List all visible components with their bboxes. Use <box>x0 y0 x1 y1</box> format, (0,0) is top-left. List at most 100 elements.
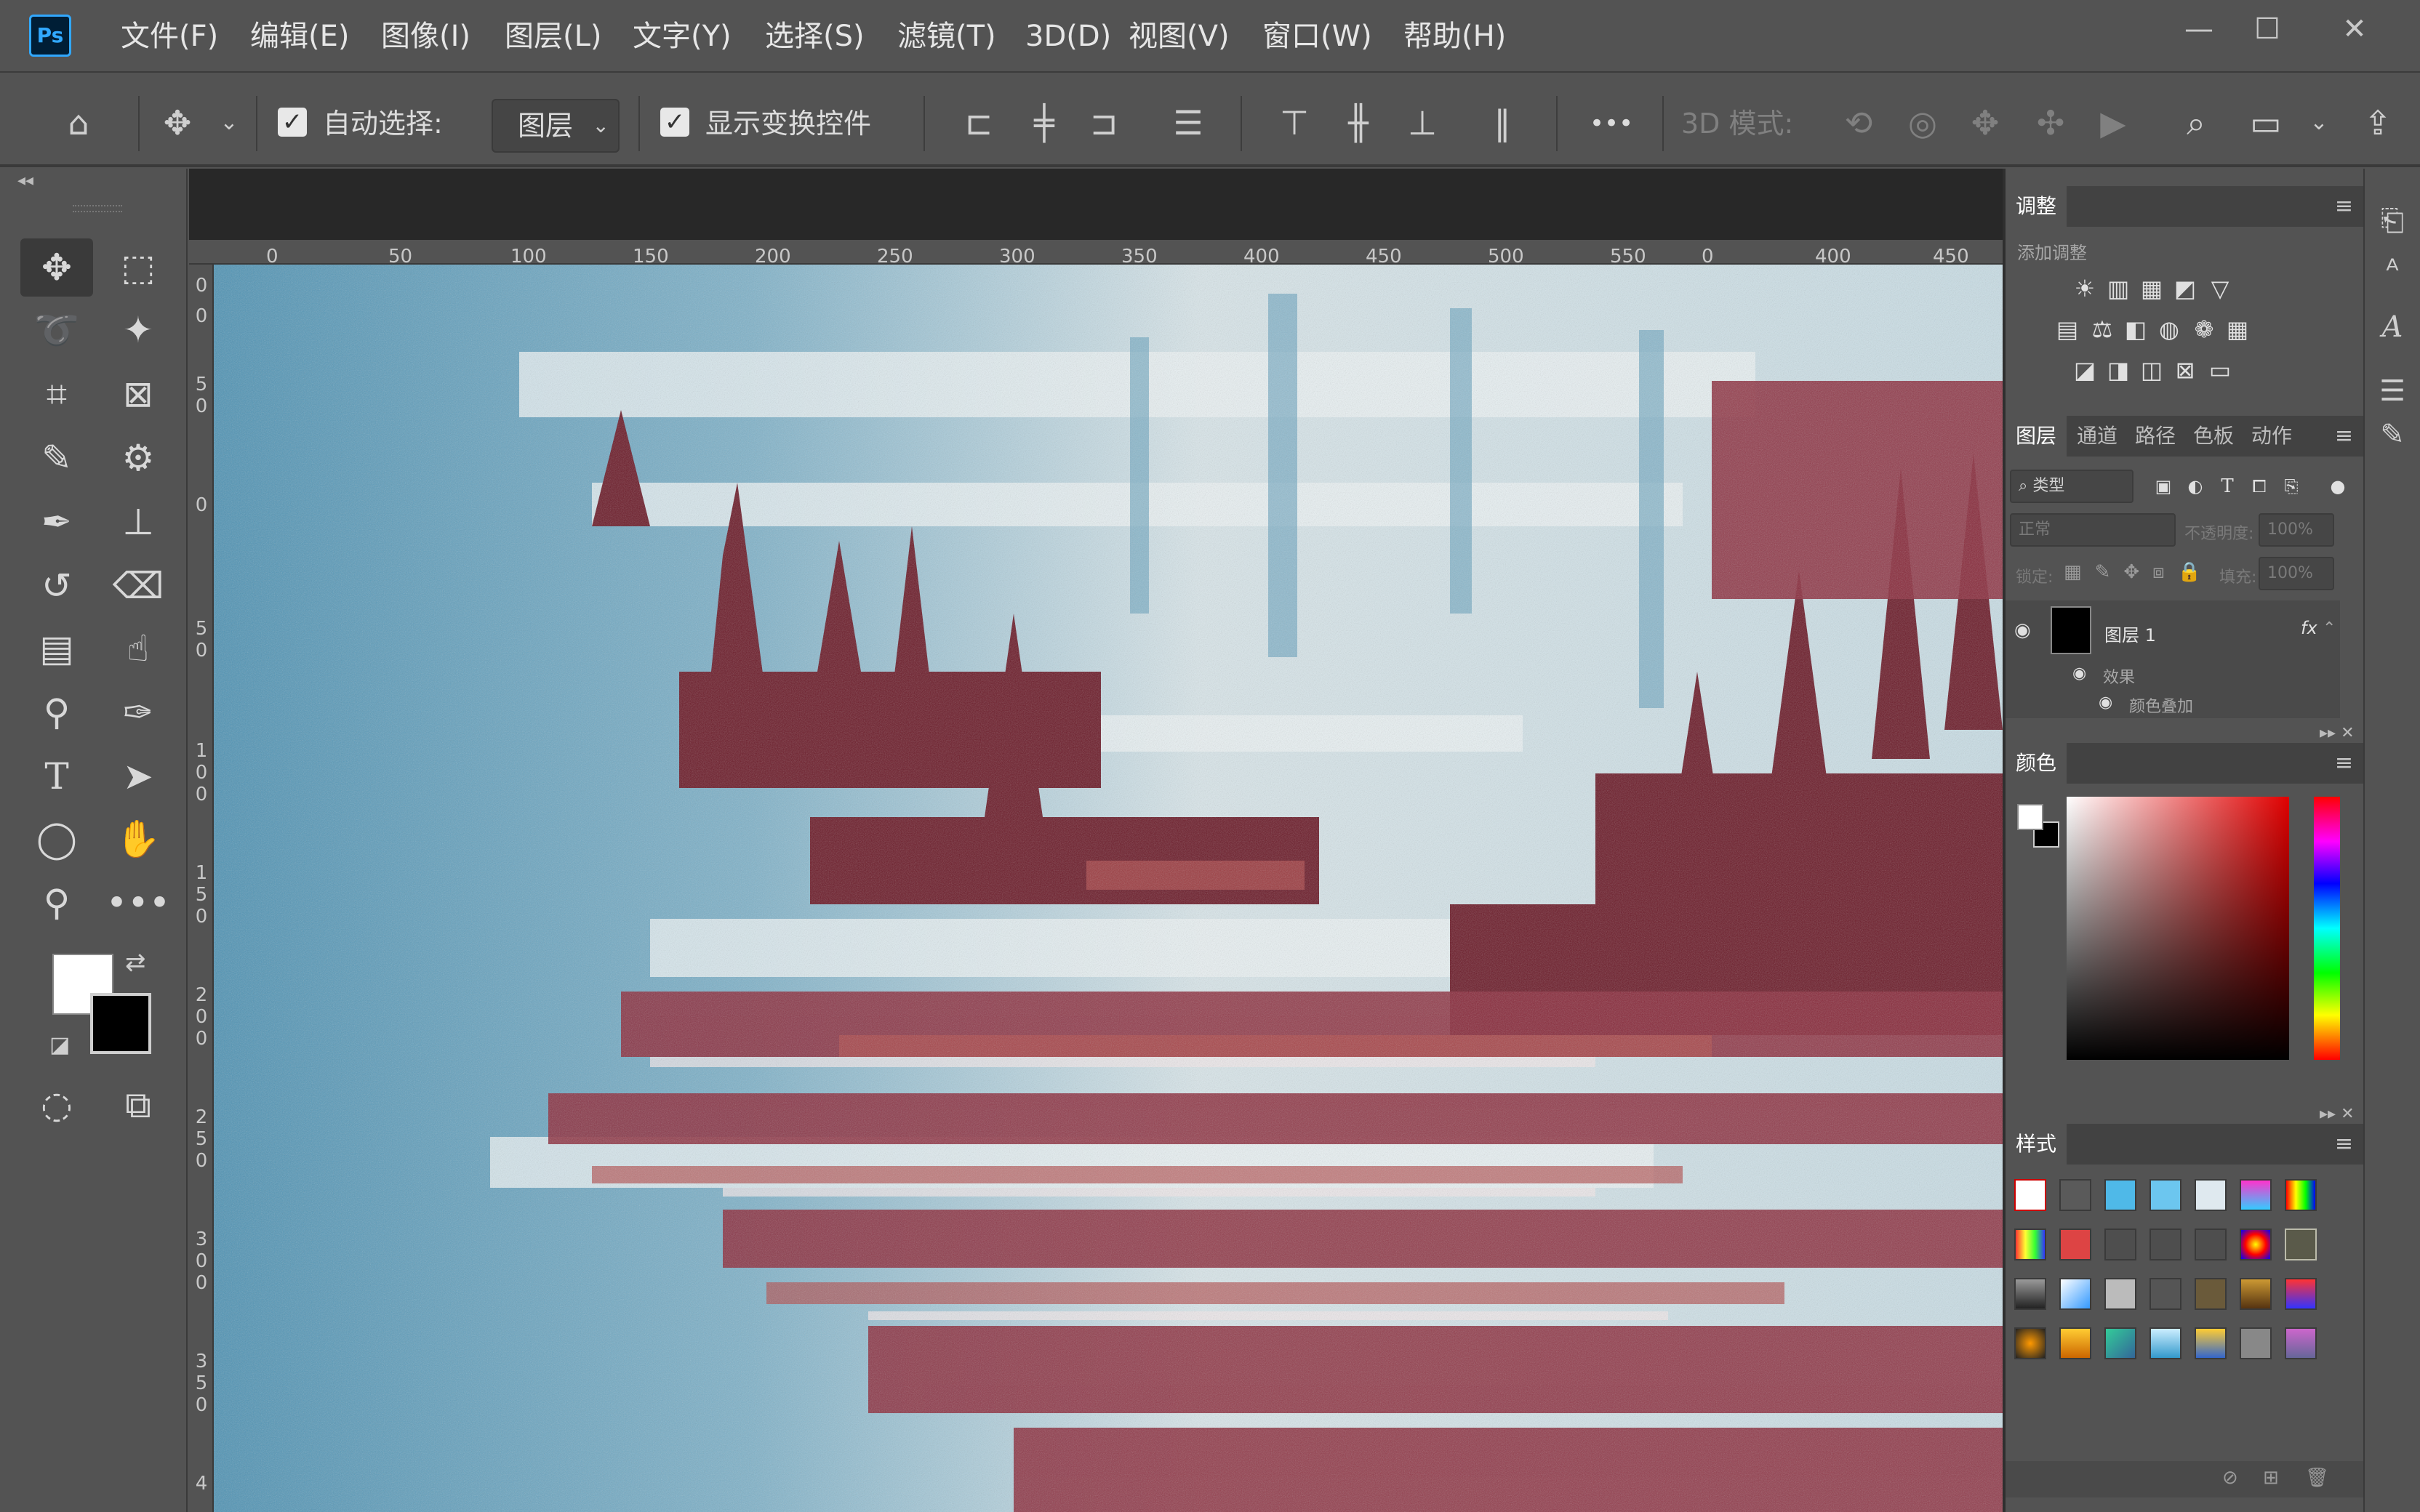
style-swatch[interactable] <box>2149 1179 2181 1211</box>
hand-tool[interactable]: ✋ <box>102 810 175 868</box>
style-swatch[interactable] <box>2059 1228 2091 1260</box>
tab-actions[interactable]: 动作 <box>2241 416 2302 457</box>
style-swatch[interactable] <box>2195 1278 2227 1310</box>
distribute-horizontal-icon[interactable]: ‖ <box>1481 97 1524 148</box>
frame-tool[interactable]: ⊠ <box>102 365 175 423</box>
style-swatch[interactable] <box>2014 1228 2046 1260</box>
3d-roll-icon[interactable]: ◎ <box>1901 97 1944 148</box>
screen-mode-icon[interactable]: ⧉ <box>102 1076 175 1134</box>
3d-slide-icon[interactable]: ✣ <box>2029 97 2072 148</box>
layer-filter-dropdown[interactable]: ⌕ 类型 <box>2010 470 2133 503</box>
style-swatch[interactable] <box>2240 1278 2272 1310</box>
ruler-vertical[interactable]: 0 0 5 0 0 5 0 1 0 0 1 5 0 2 0 0 2 5 0 3 … <box>189 265 214 1512</box>
content-aware-tool[interactable]: ⚙ <box>102 429 175 487</box>
swap-colors-icon[interactable]: ⇄ <box>125 948 154 977</box>
hue-slider[interactable] <box>2314 797 2340 1060</box>
glyphs-icon[interactable]: A <box>2372 307 2413 347</box>
menu-3d[interactable]: 3D(D) <box>1025 16 1111 57</box>
style-swatch[interactable] <box>2240 1327 2272 1359</box>
hue-saturation-icon[interactable]: ▤ <box>2049 311 2086 347</box>
smudge-tool[interactable]: ☝ <box>102 619 175 677</box>
properties-icon[interactable]: ☰ <box>2372 371 2413 411</box>
chevron-up-icon[interactable]: ⌃ <box>2323 619 2336 638</box>
distribute-vertical-icon[interactable]: ☰ <box>1166 97 1210 148</box>
filter-pixel-icon[interactable]: ▣ <box>2145 468 2181 504</box>
new-style-icon[interactable]: ⊞ <box>2263 1467 2279 1489</box>
tab-channels[interactable]: 通道 <box>2067 416 2128 457</box>
marquee-tool[interactable]: ⬚ <box>102 238 175 297</box>
style-swatch-none[interactable] <box>2014 1179 2046 1211</box>
color-lookup-icon[interactable]: ▦ <box>2219 311 2256 347</box>
menu-window[interactable]: 窗口(W) <box>1262 16 1372 57</box>
color-overlay-effect[interactable]: 颜色叠加 <box>2129 693 2193 717</box>
share-icon[interactable]: ⇪ <box>2356 97 2400 148</box>
lasso-tool[interactable]: ➰ <box>20 301 93 359</box>
filter-shape-icon[interactable]: ⧠ <box>2241 468 2277 504</box>
panel-menu-icon[interactable]: ≡ <box>2335 193 2353 219</box>
style-swatch[interactable] <box>2014 1327 2046 1359</box>
3d-orbit-icon[interactable]: ⟲ <box>1837 97 1880 148</box>
close-button[interactable]: ✕ <box>2320 6 2389 52</box>
history-brush-tool[interactable]: ↺ <box>20 557 93 615</box>
auto-select-checkbox[interactable]: ✓ <box>278 108 307 137</box>
ruler-horizontal[interactable]: 0 50 100 150 200 250 300 350 400 450 500… <box>189 240 2003 268</box>
levels-icon[interactable]: ▥ <box>2100 270 2136 307</box>
lock-icons[interactable]: ▦✎✥⧈🔒 <box>2064 561 2214 584</box>
show-transform-checkbox[interactable]: ✓ <box>660 108 689 137</box>
auto-select-target-dropdown[interactable]: 图层 ⌄ <box>492 99 620 153</box>
style-swatch[interactable] <box>2149 1327 2181 1359</box>
black-white-icon[interactable]: ◧ <box>2118 311 2154 347</box>
eye-icon[interactable]: ◉ <box>2014 619 2036 641</box>
stamp-tool[interactable]: ⊥ <box>102 493 175 551</box>
brush-tool[interactable]: ✒ <box>20 493 93 551</box>
style-swatch[interactable] <box>2240 1179 2272 1211</box>
align-vcenter-icon[interactable]: ╫ <box>1337 97 1380 148</box>
chevron-down-icon[interactable]: ⌄ <box>2301 97 2337 148</box>
menu-edit[interactable]: 编辑(E) <box>250 16 349 57</box>
style-swatch[interactable] <box>2195 1327 2227 1359</box>
panel-menu-icon[interactable]: ≡ <box>2335 423 2353 449</box>
clear-style-icon[interactable]: ⊘ <box>2222 1467 2238 1489</box>
style-swatch[interactable] <box>2285 1327 2317 1359</box>
align-hcenter-icon[interactable]: ╪ <box>1022 97 1066 148</box>
eye-icon[interactable]: ◉ <box>2072 664 2086 683</box>
maximize-button[interactable]: ☐ <box>2232 6 2302 52</box>
blend-mode-dropdown[interactable]: 正常 <box>2010 513 2176 547</box>
crop-tool[interactable]: ⌗ <box>20 365 93 423</box>
ellipse-tool[interactable]: ◯ <box>20 810 93 868</box>
style-swatch[interactable] <box>2285 1179 2317 1211</box>
document-canvas[interactable] <box>214 265 2003 1512</box>
tab-paths[interactable]: 路径 <box>2125 416 2186 457</box>
fill-field[interactable]: 100% <box>2259 557 2334 590</box>
eyedropper-tool[interactable]: ✎ <box>20 429 93 487</box>
style-swatch[interactable] <box>2195 1228 2227 1260</box>
photo-filter-icon[interactable]: ◍ <box>2151 311 2187 347</box>
layer-name[interactable]: 图层 1 <box>2104 621 2156 646</box>
chevron-down-icon[interactable]: ⌄ <box>211 97 247 148</box>
style-swatch[interactable] <box>2149 1278 2181 1310</box>
brightness-icon[interactable]: ☀ <box>2067 270 2103 307</box>
align-right-icon[interactable]: ⊐ <box>1082 97 1126 148</box>
brush-settings-icon[interactable]: ✎ <box>2372 414 2413 455</box>
search-icon[interactable]: ⌕ <box>2174 97 2218 148</box>
zoom-tool[interactable]: ⚲ <box>20 874 93 932</box>
type-tool[interactable]: T <box>20 747 93 805</box>
style-swatch[interactable] <box>2285 1228 2317 1260</box>
align-left-icon[interactable]: ⊏ <box>957 97 1001 148</box>
style-swatch[interactable] <box>2285 1278 2317 1310</box>
history-icon[interactable]: ⎗ <box>2372 201 2413 241</box>
style-swatch[interactable] <box>2104 1179 2136 1211</box>
pen-tool[interactable]: ✑ <box>102 683 175 741</box>
more-options-button[interactable]: ••• <box>1590 102 1633 145</box>
menu-select[interactable]: 选择(S) <box>765 16 865 57</box>
style-swatch[interactable] <box>2104 1228 2136 1260</box>
opacity-field[interactable]: 100% <box>2259 513 2334 547</box>
vibrance-icon[interactable]: ▽ <box>2202 270 2238 307</box>
minimize-button[interactable]: — <box>2164 6 2234 52</box>
character-icon[interactable]: ᴬ <box>2372 250 2413 291</box>
align-bottom-icon[interactable]: ⊥ <box>1401 97 1444 148</box>
style-swatch[interactable] <box>2195 1179 2227 1211</box>
move-tool[interactable]: ✥ <box>20 238 93 297</box>
menu-image[interactable]: 图像(I) <box>381 16 470 57</box>
menu-help[interactable]: 帮助(H) <box>1403 16 1506 57</box>
